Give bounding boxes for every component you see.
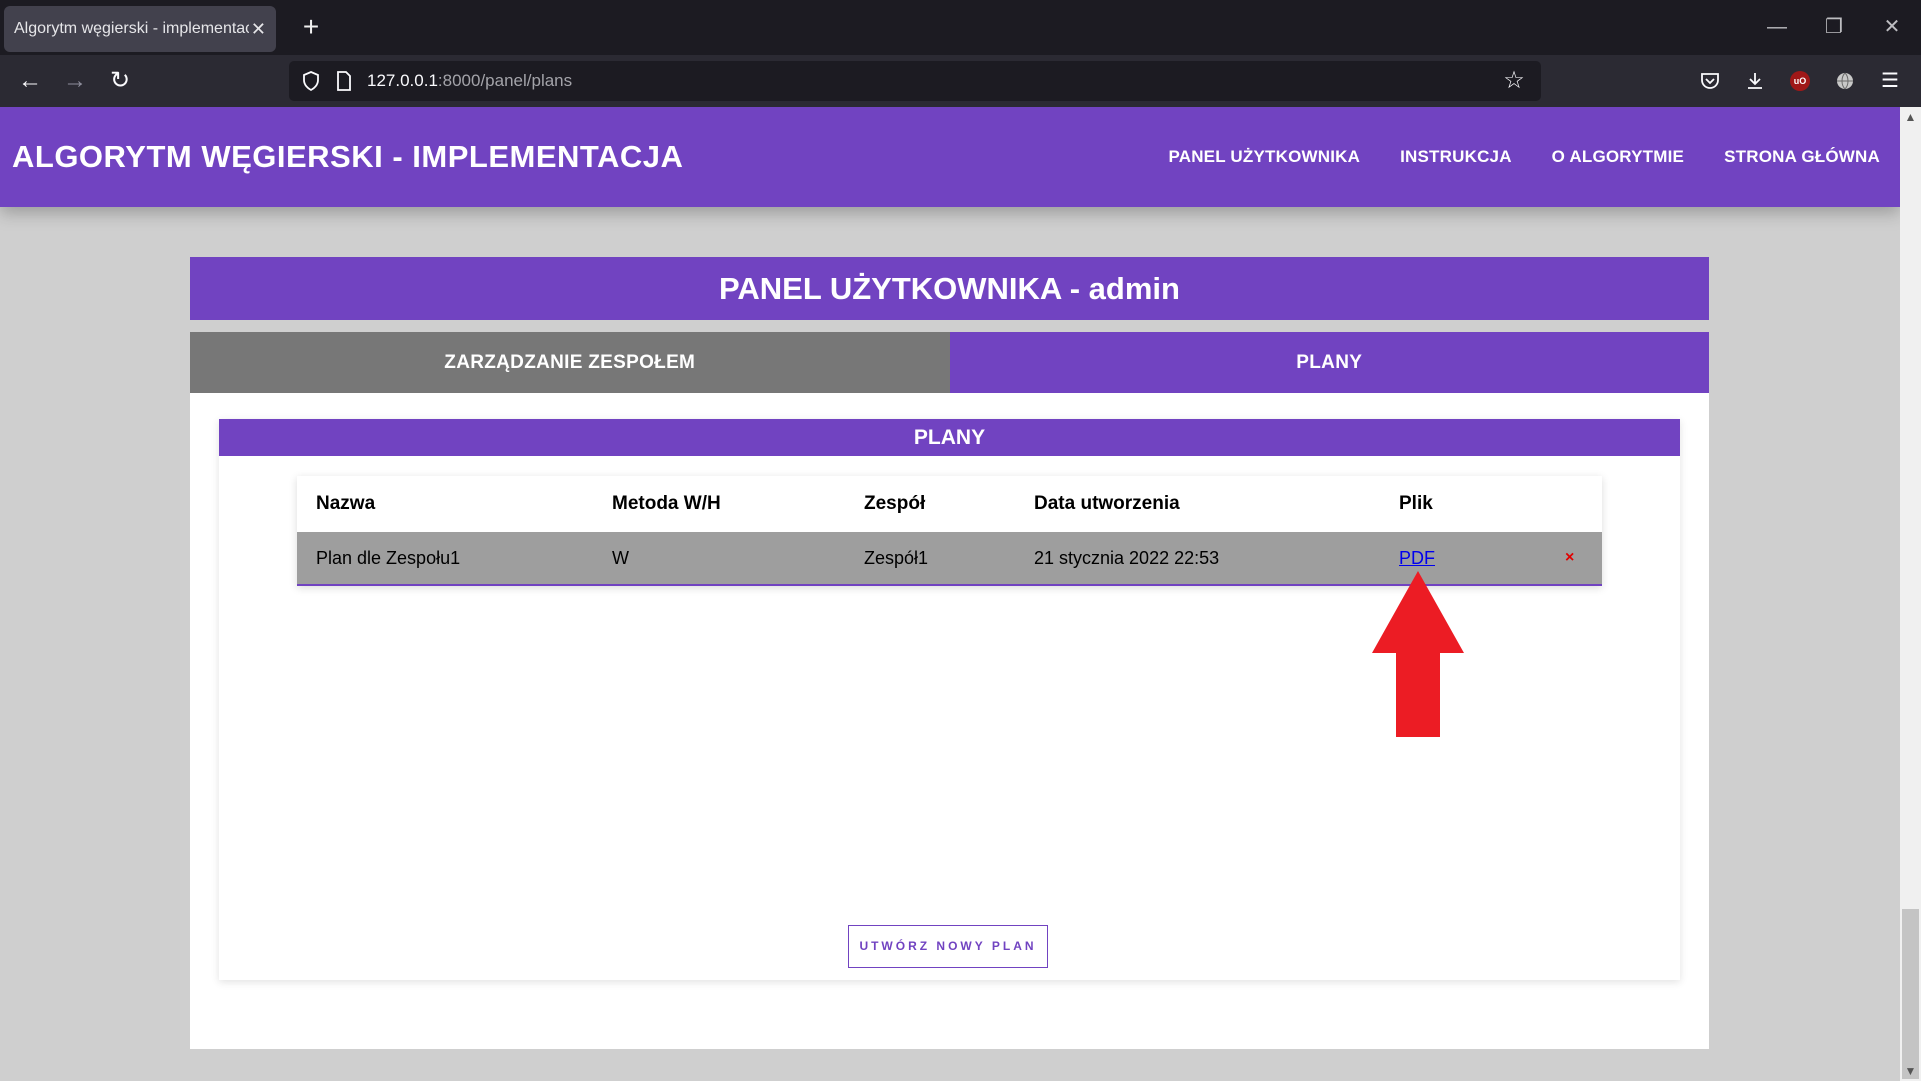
window-close-icon[interactable]: ✕ <box>1877 12 1907 42</box>
column-header-file: Plik <box>1399 493 1433 514</box>
page-viewport: ALGORYTM WĘGIERSKI - IMPLEMENTACJA PANEL… <box>0 107 1900 1081</box>
globe-icon[interactable] <box>1829 65 1861 97</box>
nav-o-algorytmie[interactable]: O ALGORYTMIE <box>1552 147 1684 167</box>
plan-name: Plan dle Zespołu1 <box>316 548 461 568</box>
column-header-name: Nazwa <box>316 493 376 514</box>
nav-panel-uzytkownika[interactable]: PANEL UŻYTKOWNIKA <box>1168 147 1360 167</box>
forward-icon[interactable]: → <box>56 62 94 100</box>
plan-created: 21 stycznia 2022 22:53 <box>1034 548 1220 568</box>
menu-icon[interactable]: ☰ <box>1874 65 1906 97</box>
browser-tab[interactable]: Algorytm węgierski - implementacja ✕ <box>4 6 276 52</box>
nav-strona-glowna[interactable]: STRONA GŁÓWNA <box>1724 147 1880 167</box>
site-nav: PANEL UŻYTKOWNIKA INSTRUKCJA O ALGORYTMI… <box>1168 107 1900 207</box>
scroll-down-icon[interactable]: ▼ <box>1900 1061 1921 1081</box>
panel-body: PLANY Nazwa Metoda W/H Zespół Data utwor… <box>190 393 1709 1049</box>
page-scrollbar[interactable]: ▲ ▼ <box>1900 107 1921 1081</box>
nav-instrukcja[interactable]: INSTRUKCJA <box>1400 147 1512 167</box>
page-info-icon[interactable] <box>328 65 360 97</box>
url-text[interactable]: 127.0.0.1:8000/panel/plans <box>367 61 572 101</box>
bookmark-star-icon[interactable]: ☆ <box>1498 65 1530 97</box>
plan-method: W <box>612 548 629 568</box>
tab-team-management[interactable]: ZARZĄDZANIE ZESPOŁEM <box>190 332 950 393</box>
pocket-icon[interactable] <box>1694 65 1726 97</box>
site-title[interactable]: ALGORYTM WĘGIERSKI - IMPLEMENTACJA <box>12 107 683 207</box>
scroll-up-icon[interactable]: ▲ <box>1900 107 1921 127</box>
panel-title: PANEL UŻYTKOWNIKA - admin <box>190 257 1709 320</box>
browser-tab-title: Algorytm węgierski - implementacja <box>14 20 249 37</box>
restore-icon[interactable]: ❐ <box>1819 12 1849 42</box>
browser-tab-bar: Algorytm węgierski - implementacja ✕ + —… <box>0 0 1921 55</box>
close-tab-icon[interactable]: ✕ <box>251 6 266 52</box>
plan-team: Zespół1 <box>864 548 929 568</box>
create-new-plan-button[interactable]: UTWÓRZ NOWY PLAN <box>848 925 1048 968</box>
tab-plans[interactable]: PLANY <box>949 332 1709 393</box>
column-header-method: Metoda W/H <box>612 493 721 514</box>
url-path: :8000/panel/plans <box>437 71 573 90</box>
shield-icon[interactable] <box>295 65 327 97</box>
minimize-icon[interactable]: — <box>1762 12 1792 42</box>
annotation-arrow-icon <box>1372 571 1464 737</box>
download-icon[interactable] <box>1739 65 1771 97</box>
table-header-row: Nazwa Metoda W/H Zespół Data utworzenia … <box>297 476 1602 532</box>
site-header: ALGORYTM WĘGIERSKI - IMPLEMENTACJA PANEL… <box>0 107 1900 207</box>
user-panel-card: PANEL UŻYTKOWNIKA - admin ZARZĄDZANIE ZE… <box>190 257 1709 1049</box>
new-tab-button[interactable]: + <box>294 10 328 44</box>
back-icon[interactable]: ← <box>11 62 49 100</box>
plans-heading: PLANY <box>219 419 1680 456</box>
browser-nav-bar: ← → ↻ 127.0.0.1:8000/panel/plans ☆ uO ☰ <box>0 55 1921 107</box>
url-bar[interactable]: 127.0.0.1:8000/panel/plans ☆ <box>289 61 1541 101</box>
scroll-thumb[interactable] <box>1902 909 1919 1079</box>
url-host: 127.0.0.1 <box>367 71 438 90</box>
delete-plan-icon[interactable]: × <box>1565 532 1574 584</box>
reload-icon[interactable]: ↻ <box>101 62 139 100</box>
column-header-created: Data utworzenia <box>1034 493 1180 514</box>
panel-tabs: ZARZĄDZANIE ZESPOŁEM PLANY <box>190 332 1709 393</box>
column-header-team: Zespół <box>864 493 926 514</box>
ublock-icon[interactable]: uO <box>1784 65 1816 97</box>
